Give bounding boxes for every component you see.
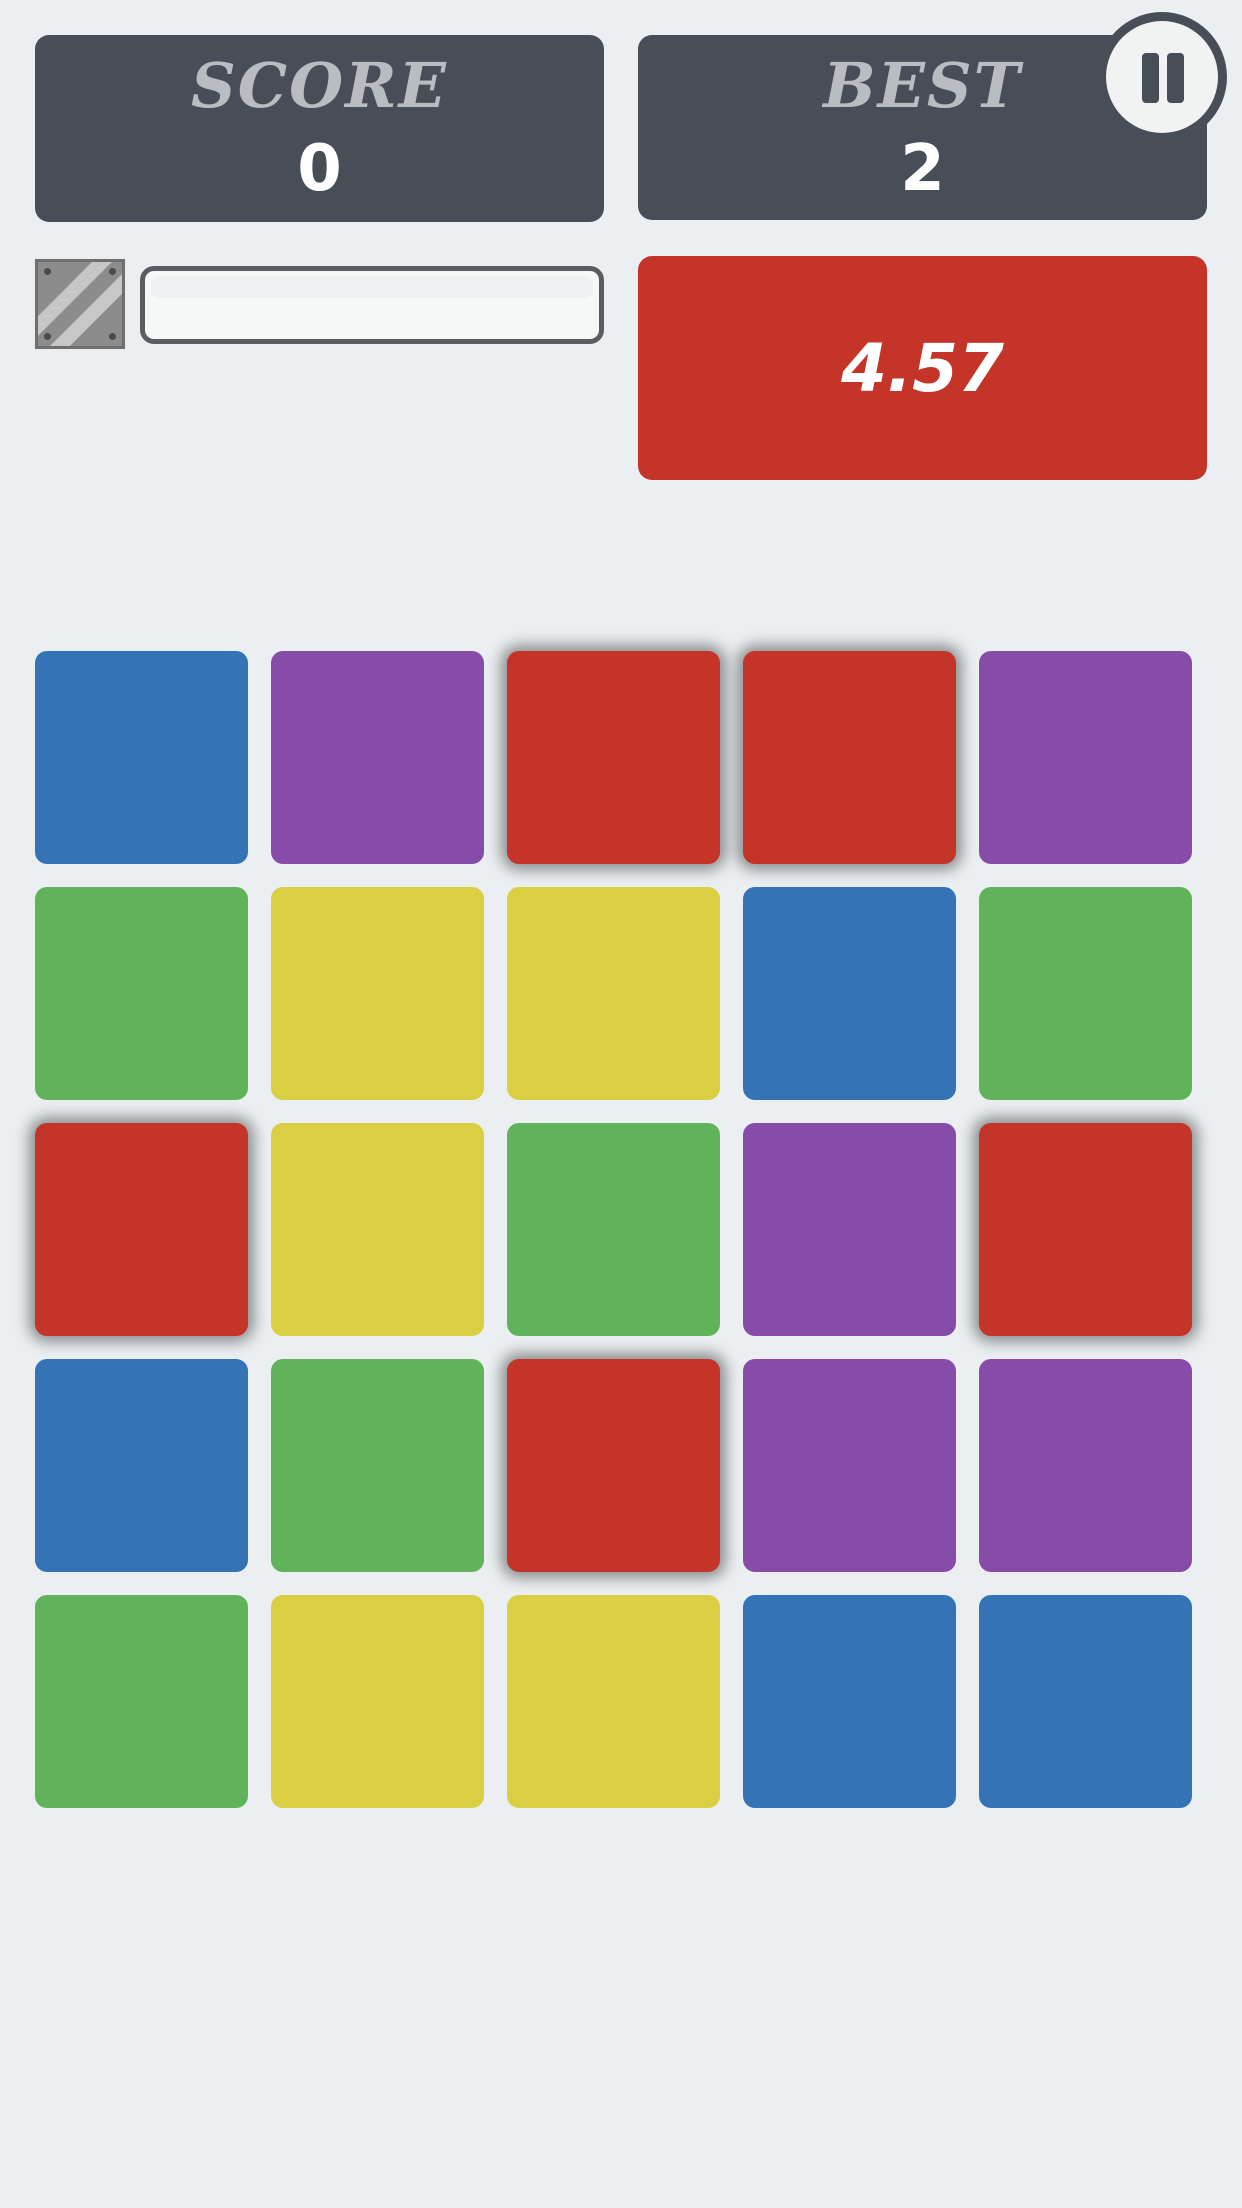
tile-blue[interactable] [35,1359,248,1572]
powerup-rivet [109,333,116,340]
tile-green[interactable] [979,887,1192,1100]
tile-yellow[interactable] [271,887,484,1100]
score-label: SCORE [191,49,448,122]
tile-green[interactable] [35,1595,248,1808]
pause-bar-left [1142,53,1159,103]
tile-blue[interactable] [979,1595,1192,1808]
score-panel: SCORE 0 [35,35,604,222]
tile-green[interactable] [507,1123,720,1336]
timer-value: 4.57 [841,330,1004,407]
score-value: 0 [297,132,342,206]
hammer-powerup-icon[interactable] [35,259,125,349]
powerup-rivet [44,268,51,275]
tile-blue[interactable] [35,651,248,864]
pause-icon [1106,21,1218,133]
powerup-rivet [109,268,116,275]
tile-purple[interactable] [743,1359,956,1572]
tile-yellow[interactable] [507,887,720,1100]
best-value: 2 [900,132,945,206]
progress-gloss [151,276,593,298]
tile-purple[interactable] [979,651,1192,864]
tile-yellow[interactable] [271,1595,484,1808]
game-board [35,651,1195,1811]
tile-yellow[interactable] [507,1595,720,1808]
powerup-progress-bar [140,266,604,344]
game-screen: SCORE 0 BEST 2 4.57 [0,0,1242,2208]
tile-purple[interactable] [979,1359,1192,1572]
tile-red[interactable] [979,1123,1192,1336]
tile-green[interactable] [271,1359,484,1572]
tile-red[interactable] [35,1123,248,1336]
tile-green[interactable] [35,887,248,1100]
tile-purple[interactable] [271,651,484,864]
tile-blue[interactable] [743,1595,956,1808]
tile-yellow[interactable] [271,1123,484,1336]
pause-bar-right [1167,53,1184,103]
pause-button[interactable] [1097,12,1227,142]
tile-blue[interactable] [743,887,956,1100]
tile-red[interactable] [507,651,720,864]
tile-purple[interactable] [743,1123,956,1336]
tile-red[interactable] [743,651,956,864]
powerup-rivet [44,333,51,340]
timer-box: 4.57 [638,256,1207,480]
tile-red[interactable] [507,1359,720,1572]
